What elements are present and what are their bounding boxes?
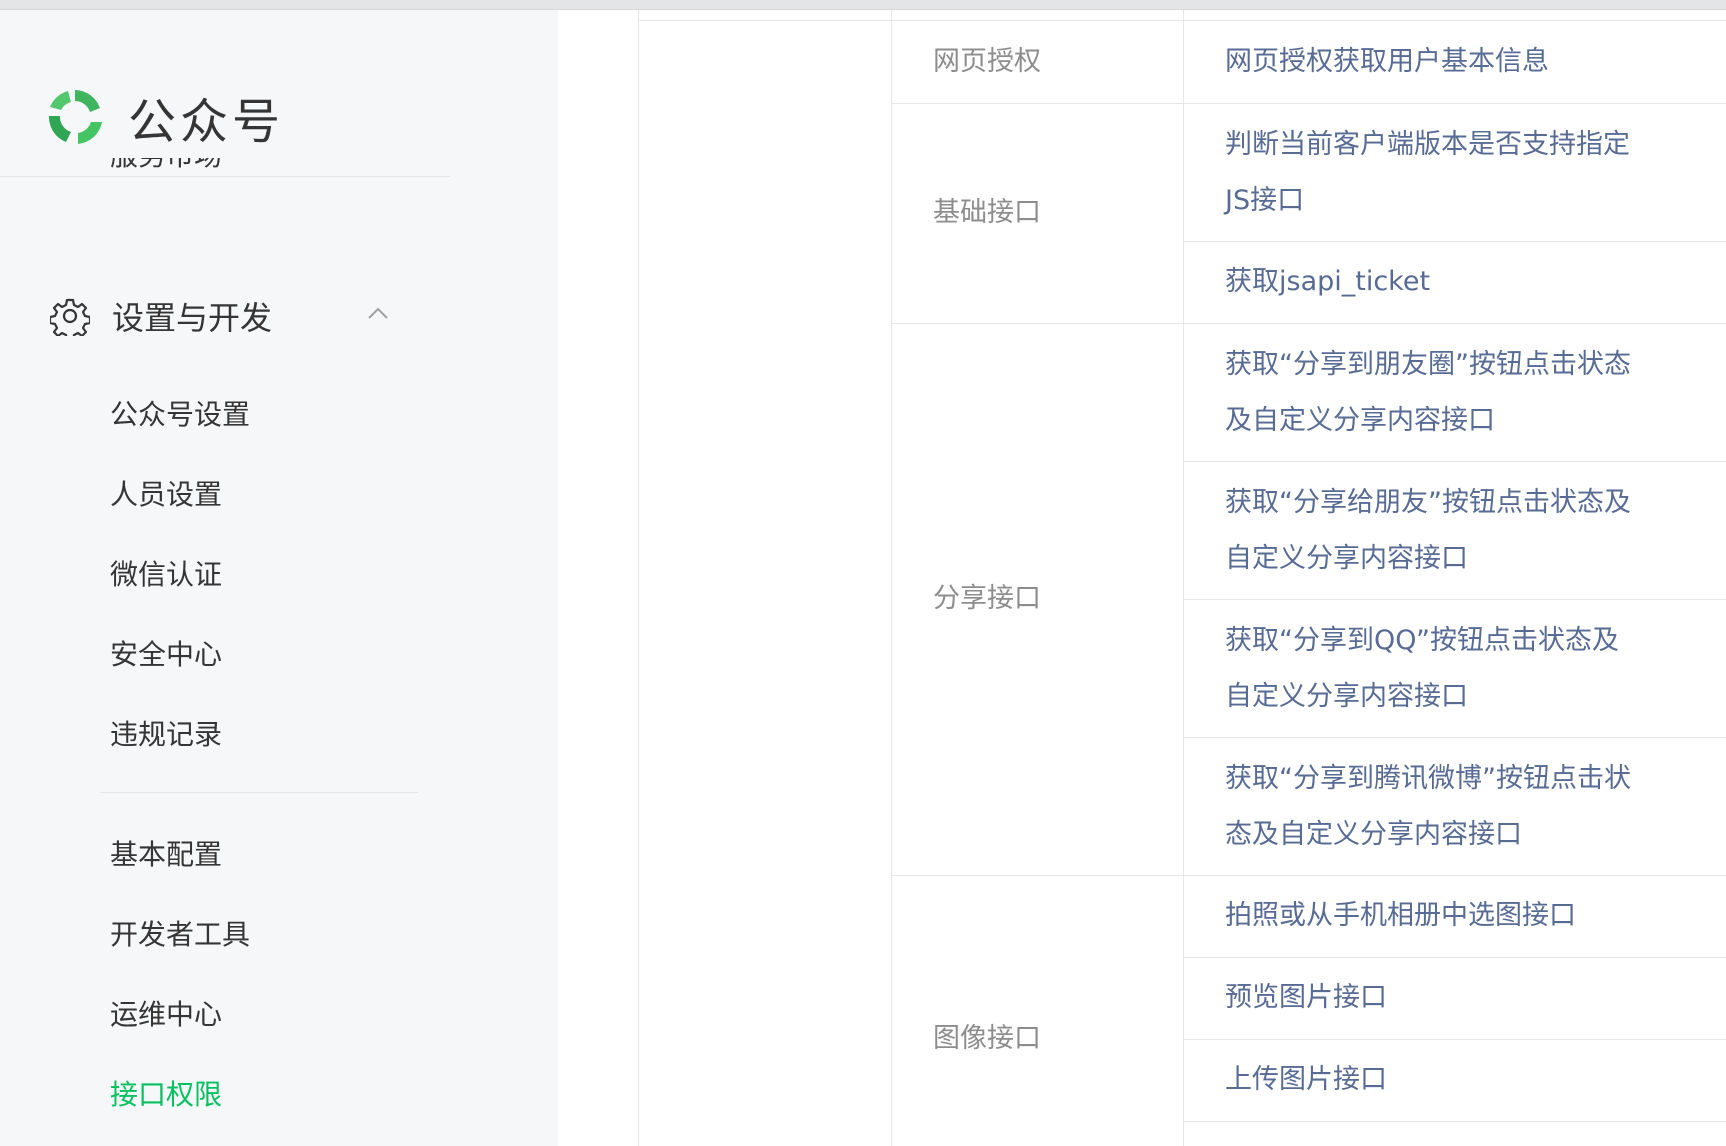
logo-text: 公众号 <box>128 94 285 150</box>
menu-divider <box>100 792 418 793</box>
sidebar-item-service-market[interactable]: 服务市场 <box>110 158 410 186</box>
row-divider <box>1183 1121 1726 1122</box>
row-divider <box>1183 599 1726 600</box>
api-link-choose-image[interactable]: 拍照或从手机相册中选图接口 <box>1225 888 1645 944</box>
row-divider <box>1183 461 1726 462</box>
group-title: 设置与开发 <box>112 299 273 337</box>
sidebar-item-violation-records[interactable]: 违规记录 <box>110 715 222 755</box>
table-col-divider-1 <box>891 10 892 1146</box>
row-divider <box>1183 241 1726 242</box>
settings-dev-group-toggle[interactable]: 设置与开发 <box>50 288 390 344</box>
sidebar-item-api-permissions[interactable]: 接口权限 <box>110 1075 222 1115</box>
category-share-api: 分享接口 <box>933 583 1041 614</box>
row-divider <box>1183 1039 1726 1040</box>
api-link-check-js-api[interactable]: 判断当前客户端版本是否支持指定JS接口 <box>1225 117 1645 229</box>
logo[interactable]: 公众号 <box>40 72 284 162</box>
category-image-api: 图像接口 <box>933 1023 1041 1054</box>
sidebar-item-staff-settings[interactable]: 人员设置 <box>110 475 222 515</box>
api-link-web-auth-userinfo[interactable]: 网页授权获取用户基本信息 <box>1225 34 1645 90</box>
api-link-jsapi-ticket[interactable]: 获取jsapi_ticket <box>1225 254 1645 310</box>
table-top-border <box>638 20 1726 21</box>
sidebar: 公众号 服务市场 设置与开发 公众号设置 人员设置 微信认证 安全中心 违规记录… <box>0 10 558 1146</box>
wechat-mp-logo-icon <box>48 90 102 144</box>
row-divider <box>1183 737 1726 738</box>
api-link-share-qq[interactable]: 获取“分享到QQ”按钮点击状态及自定义分享内容接口 <box>1225 613 1645 725</box>
api-link-share-timeline[interactable]: 获取“分享到朋友圈”按钮点击状态及自定义分享内容接口 <box>1225 337 1645 449</box>
api-link-upload-image[interactable]: 上传图片接口 <box>1225 1052 1645 1108</box>
category-basic-api: 基础接口 <box>933 197 1041 228</box>
row-divider <box>891 103 1726 104</box>
sidebar-item-wechat-verify[interactable]: 微信认证 <box>110 555 222 595</box>
row-divider <box>891 323 1726 324</box>
sidebar-item-dev-tools[interactable]: 开发者工具 <box>110 915 250 955</box>
sidebar-item-security-center[interactable]: 安全中心 <box>110 635 222 675</box>
table-left-border <box>638 10 639 1146</box>
api-link-preview-image[interactable]: 预览图片接口 <box>1225 970 1645 1026</box>
api-link-share-weibo[interactable]: 获取“分享到腾讯微博”按钮点击状态及自定义分享内容接口 <box>1225 751 1645 863</box>
logo-divider <box>0 176 450 177</box>
sidebar-item-account-settings[interactable]: 公众号设置 <box>110 395 250 435</box>
category-web-auth: 网页授权 <box>933 46 1041 77</box>
chevron-up-icon[interactable] <box>366 302 390 326</box>
sidebar-item-ops-center[interactable]: 运维中心 <box>110 995 222 1035</box>
table-col-divider-2 <box>1183 10 1184 1146</box>
gear-icon <box>50 298 90 336</box>
window-top-bar <box>0 0 1726 10</box>
row-divider <box>1183 957 1726 958</box>
api-link-share-friend[interactable]: 获取“分享给朋友”按钮点击状态及自定义分享内容接口 <box>1225 475 1645 587</box>
sidebar-item-basic-config[interactable]: 基本配置 <box>110 835 222 875</box>
row-divider <box>891 875 1726 876</box>
